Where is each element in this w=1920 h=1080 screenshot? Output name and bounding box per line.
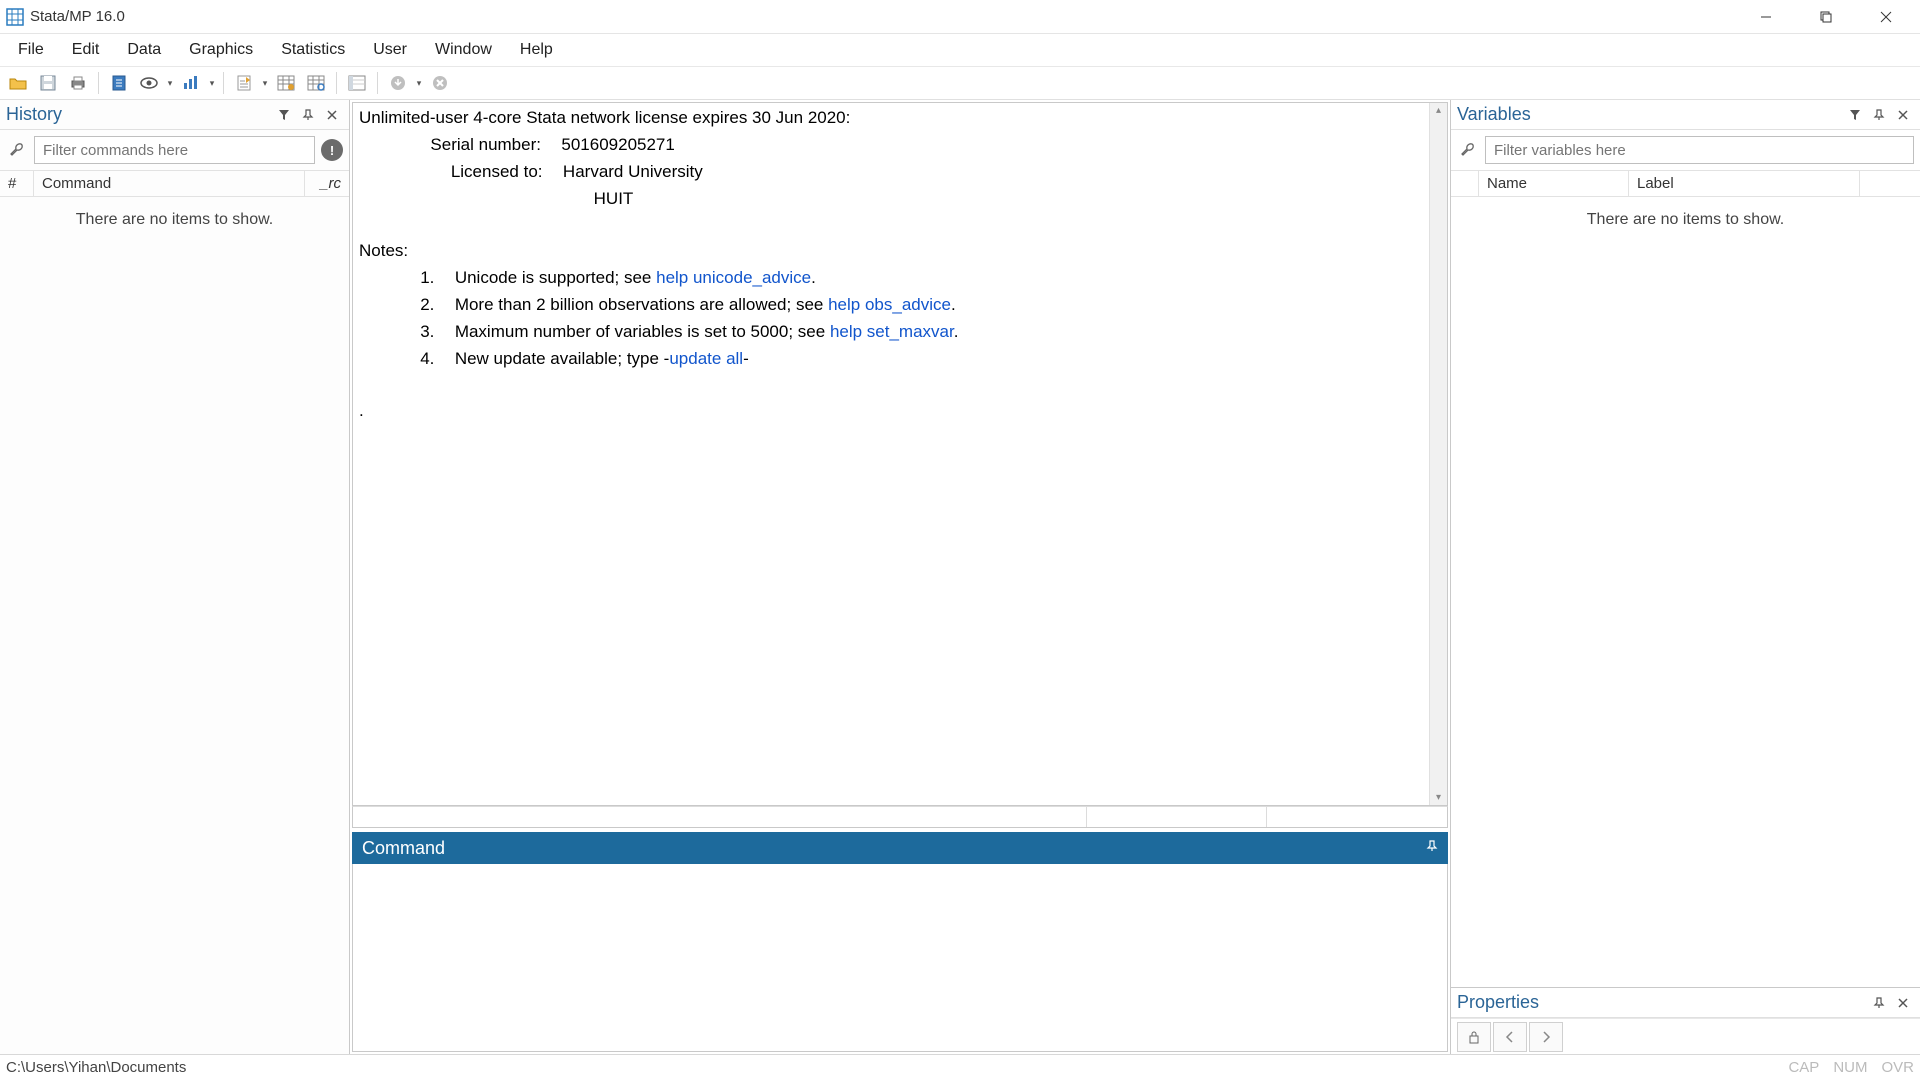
dropdown-icon[interactable]: ▾ <box>207 78 217 89</box>
lock-icon[interactable] <box>1457 1022 1491 1052</box>
menu-file[interactable]: File <box>4 37 58 63</box>
variables-filter-input[interactable] <box>1485 136 1914 164</box>
results-statusstrip <box>352 806 1448 828</box>
center-area: Unlimited-user 4-core Stata network lice… <box>350 100 1450 1054</box>
menu-help[interactable]: Help <box>506 37 567 63</box>
right-panels: Variables Name Label There are no items … <box>1450 100 1920 1054</box>
history-filter-input[interactable] <box>34 136 315 164</box>
history-col-rc[interactable]: _rc <box>305 171 349 196</box>
data-editor-icon[interactable] <box>272 69 300 97</box>
cap-indicator: CAP <box>1788 1059 1819 1076</box>
toolbar: ▾ ▾ ▾ ▾ <box>0 66 1920 100</box>
command-title: Command <box>362 838 1426 859</box>
maximize-button[interactable] <box>1796 0 1856 34</box>
minimize-button[interactable] <box>1736 0 1796 34</box>
command-header: Command <box>352 832 1448 864</box>
close-icon[interactable] <box>1892 992 1914 1014</box>
variables-col-spacer <box>1451 171 1479 196</box>
pin-icon[interactable] <box>1868 992 1890 1014</box>
properties-title: Properties <box>1457 992 1866 1013</box>
do-file-editor-icon[interactable] <box>230 69 258 97</box>
print-icon[interactable] <box>64 69 92 97</box>
results-scrollbar[interactable]: ▴ ▾ <box>1429 103 1447 805</box>
pin-icon[interactable] <box>1426 839 1438 857</box>
results-output[interactable]: Unlimited-user 4-core Stata network lice… <box>353 103 1429 805</box>
history-columns: # Command _rc <box>0 170 349 197</box>
filter-icon[interactable] <box>1844 104 1866 126</box>
help-link[interactable]: help obs_advice <box>828 295 951 314</box>
filter-icon[interactable] <box>273 104 295 126</box>
help-link[interactable]: update all <box>669 349 743 368</box>
command-input[interactable] <box>352 864 1448 1052</box>
viewer-icon[interactable] <box>135 69 163 97</box>
num-indicator: NUM <box>1833 1059 1867 1076</box>
info-badge-icon[interactable]: ! <box>321 139 343 161</box>
app-title: Stata/MP 16.0 <box>30 8 125 25</box>
wrench-icon[interactable] <box>1457 139 1479 161</box>
toolbar-separator <box>377 72 378 94</box>
toolbar-separator <box>98 72 99 94</box>
close-icon[interactable] <box>321 104 343 126</box>
help-link[interactable]: help set_maxvar <box>830 322 954 341</box>
variables-title: Variables <box>1457 104 1842 125</box>
app-icon <box>6 8 24 26</box>
scroll-down-icon[interactable]: ▾ <box>1436 790 1441 805</box>
menubar: File Edit Data Graphics Statistics User … <box>0 34 1920 66</box>
help-link[interactable]: help unicode_advice <box>656 268 811 287</box>
history-col-command[interactable]: Command <box>34 171 305 196</box>
dropdown-icon[interactable]: ▾ <box>260 78 270 89</box>
history-empty: There are no items to show. <box>0 197 349 243</box>
variables-empty: There are no items to show. <box>1451 197 1920 243</box>
close-icon[interactable] <box>1892 104 1914 126</box>
menu-edit[interactable]: Edit <box>58 37 114 63</box>
statusbar: C:\Users\Yihan\Documents CAP NUM OVR <box>0 1054 1920 1080</box>
break-icon[interactable] <box>426 69 454 97</box>
graph-icon[interactable] <box>177 69 205 97</box>
close-button[interactable] <box>1856 0 1916 34</box>
log-icon[interactable] <box>105 69 133 97</box>
next-icon[interactable] <box>1529 1022 1563 1052</box>
history-panel: History ! # Command _rc There are no ite… <box>0 100 350 1054</box>
dropdown-icon[interactable]: ▾ <box>165 78 175 89</box>
variables-col-extra <box>1860 171 1920 196</box>
properties-panel: Properties <box>1451 987 1920 1054</box>
variables-col-label[interactable]: Label <box>1629 171 1860 196</box>
scroll-up-icon[interactable]: ▴ <box>1436 103 1441 118</box>
menu-user[interactable]: User <box>359 37 421 63</box>
open-icon[interactable] <box>4 69 32 97</box>
data-browser-icon[interactable] <box>302 69 330 97</box>
prev-icon[interactable] <box>1493 1022 1527 1052</box>
menu-graphics[interactable]: Graphics <box>175 37 267 63</box>
pin-icon[interactable] <box>297 104 319 126</box>
pin-icon[interactable] <box>1868 104 1890 126</box>
titlebar: Stata/MP 16.0 <box>0 0 1920 34</box>
variables-columns: Name Label <box>1451 170 1920 197</box>
toolbar-separator <box>336 72 337 94</box>
wrench-icon[interactable] <box>6 139 28 161</box>
toolbar-separator <box>223 72 224 94</box>
dropdown-icon[interactable]: ▾ <box>414 78 424 89</box>
history-title: History <box>6 104 271 125</box>
menu-statistics[interactable]: Statistics <box>267 37 359 63</box>
variables-panel: Variables Name Label There are no items … <box>1451 100 1920 987</box>
variables-manager-icon[interactable] <box>343 69 371 97</box>
working-dir: C:\Users\Yihan\Documents <box>6 1059 1774 1076</box>
history-col-num[interactable]: # <box>0 171 34 196</box>
menu-window[interactable]: Window <box>421 37 506 63</box>
more-icon[interactable] <box>384 69 412 97</box>
variables-col-name[interactable]: Name <box>1479 171 1629 196</box>
menu-data[interactable]: Data <box>113 37 175 63</box>
save-icon[interactable] <box>34 69 62 97</box>
ovr-indicator: OVR <box>1881 1059 1914 1076</box>
